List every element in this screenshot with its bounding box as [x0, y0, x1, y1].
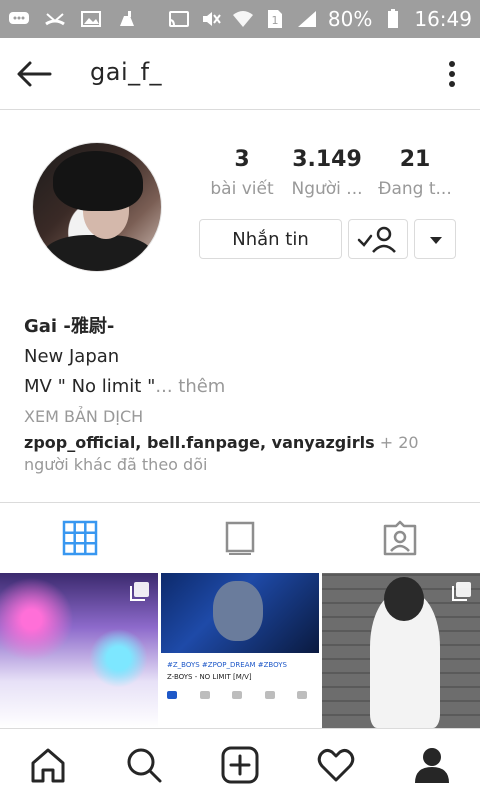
stat-posts[interactable]: 3 bài viết: [200, 145, 284, 203]
signal-icon: [296, 10, 318, 28]
nav-home[interactable]: [0, 729, 96, 800]
clock: 16:49: [414, 7, 472, 31]
profile-icon: [415, 748, 449, 783]
avatar-hair: [53, 151, 143, 211]
user-check-icon: [357, 226, 396, 253]
profile-tabs: [0, 502, 480, 572]
nav-new-post[interactable]: [192, 729, 288, 800]
bottom-navigation: [0, 728, 480, 800]
feed-icon: [225, 521, 255, 555]
stat-posts-count: 3: [234, 147, 250, 172]
suggestions-dropdown-button[interactable]: [414, 219, 456, 259]
back-button[interactable]: [14, 56, 54, 92]
cleaner-icon: [116, 10, 138, 28]
see-translation-link[interactable]: XEM BẢN DỊCH: [24, 402, 464, 432]
message-button[interactable]: Nhắn tin: [199, 219, 342, 259]
tab-feed[interactable]: [160, 503, 320, 573]
sim-slot-number: 1: [271, 14, 278, 27]
video-action-bar: [167, 691, 307, 705]
chat-bubble-icon: [8, 10, 30, 28]
status-bar-notifications: [8, 0, 138, 38]
download-icon: [264, 691, 275, 699]
multiple-photos-icon: [452, 582, 471, 601]
status-bar: 1 80% 16:49: [0, 0, 480, 38]
stat-followers-count: 3.149: [292, 147, 362, 172]
avatar[interactable]: [32, 142, 162, 272]
photo-head: [384, 577, 424, 621]
nav-search[interactable]: [96, 729, 192, 800]
post-thumbnail[interactable]: [322, 573, 480, 728]
video-title: Z-BOYS - NO LIMIT [M/V]: [167, 673, 252, 681]
stat-followers-label: Người ...: [291, 179, 363, 199]
tab-grid[interactable]: [0, 503, 160, 573]
stat-following-label: Đang t...: [378, 179, 452, 199]
followed-by-text[interactable]: zpop_official, bell.fanpage, vanyazgirls…: [24, 432, 464, 476]
battery-icon: [382, 9, 404, 28]
tagged-icon: [383, 520, 417, 556]
profile-display-name: Gai -雅尉-: [24, 316, 115, 337]
more-vertical-icon: [449, 61, 455, 87]
video-screenshot: [161, 573, 319, 653]
missed-call-icon: [44, 10, 66, 28]
image-icon: [80, 10, 102, 28]
following-button[interactable]: [348, 219, 408, 259]
more-options-button[interactable]: [440, 56, 464, 92]
add-post-icon: [221, 746, 259, 784]
stat-posts-label: bài viết: [210, 179, 274, 199]
video-tags: #Z_BOYS #ZPOP_DREAM #ZBOYS: [167, 661, 287, 669]
post-thumbnail[interactable]: #Z_BOYS #ZPOP_DREAM #ZBOYS Z-BOYS - NO L…: [161, 573, 319, 728]
profile-header-bar: gai_f_: [0, 38, 480, 110]
status-bar-system: 1 80% 16:49: [168, 0, 472, 38]
nav-activity[interactable]: [288, 729, 384, 800]
save-icon: [297, 691, 307, 699]
bio-line-2: MV " No limit "... thêm: [24, 372, 464, 402]
grid-icon: [62, 520, 98, 556]
video-face: [213, 581, 263, 641]
stat-following[interactable]: 21 Đang t...: [370, 145, 460, 203]
caret-down-icon: [430, 237, 442, 244]
profile-stats: 3 bài viết 3.149 Người ... 21 Đang t...: [200, 145, 460, 215]
search-icon: [127, 748, 162, 783]
page-title: gai_f_: [90, 58, 163, 86]
wifi-icon: [232, 10, 254, 28]
post-grid: #Z_BOYS #ZPOP_DREAM #ZBOYS Z-BOYS - NO L…: [0, 573, 480, 728]
like-icon: [167, 691, 177, 699]
post-thumbnail[interactable]: [0, 573, 158, 728]
bio-more-link[interactable]: ... thêm: [155, 376, 225, 397]
cast-icon: [168, 10, 190, 28]
tab-tagged[interactable]: [320, 503, 480, 573]
bio-line-1: New Japan: [24, 346, 120, 367]
avatar-shirt: [43, 235, 153, 271]
profile-bio: Gai -雅尉- New Japan MV " No limit "... th…: [24, 312, 464, 432]
arrow-left-icon: [17, 61, 52, 87]
home-icon: [31, 748, 65, 783]
bio-line-2-text: MV " No limit ": [24, 376, 156, 397]
dislike-icon: [199, 691, 210, 699]
sim-icon: 1: [264, 10, 286, 28]
multiple-photos-icon: [130, 582, 149, 601]
stat-followers[interactable]: 3.149 Người ...: [284, 145, 370, 203]
nav-profile[interactable]: [384, 729, 480, 800]
followed-by-names: zpop_official, bell.fanpage, vanyazgirls: [24, 433, 375, 452]
stat-following-count: 21: [399, 147, 431, 172]
mute-icon: [200, 10, 222, 28]
activity-heart-icon: [317, 748, 355, 782]
share-icon: [232, 691, 242, 699]
battery-percent: 80%: [327, 7, 373, 31]
